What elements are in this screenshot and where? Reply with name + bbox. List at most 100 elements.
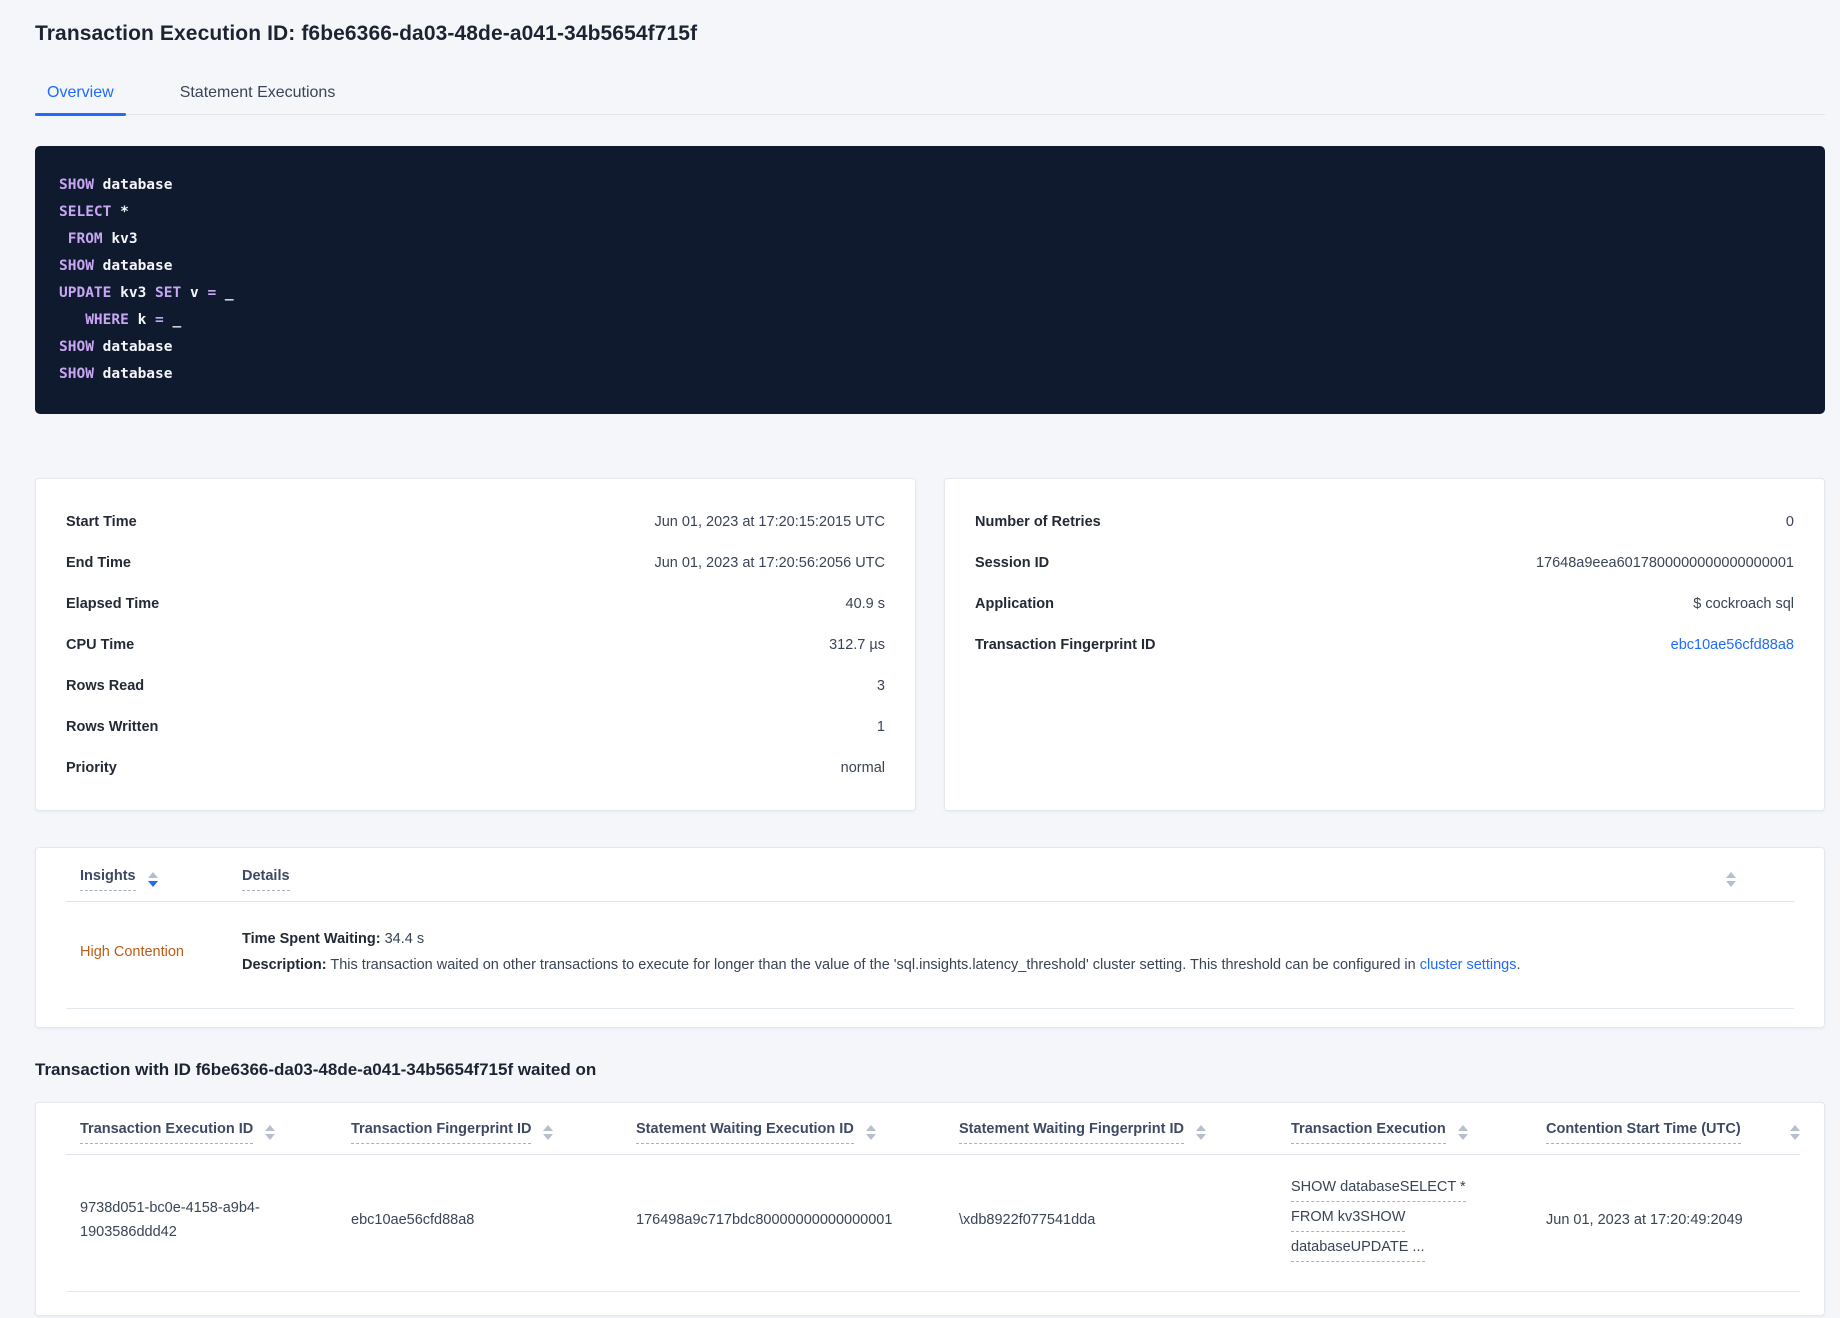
sql-line: SELECT * <box>59 204 129 220</box>
sort-icon[interactable] <box>1196 1125 1207 1140</box>
tab-statement-executions[interactable]: Statement Executions <box>168 78 348 114</box>
row-label: Transaction Fingerprint ID <box>975 636 1156 653</box>
row-value: Jun 01, 2023 at 17:20:56:2056 UTC <box>654 554 885 571</box>
sql-line: FROM kv3 <box>59 231 138 247</box>
column-header-contention-start-time[interactable]: Contention Start Time (UTC) <box>1532 1121 1800 1144</box>
row-label: Number of Retries <box>975 513 1101 530</box>
column-label[interactable]: Transaction Execution <box>1291 1121 1446 1144</box>
description-suffix: . <box>1516 957 1521 973</box>
sql-line: WHERE k = _ <box>59 312 182 328</box>
summary-row-priority: Priority normal <box>66 747 885 788</box>
insights-column-header[interactable]: Insights <box>66 868 232 891</box>
row-value: 1 <box>876 718 885 735</box>
summary-cards-row: Start Time Jun 01, 2023 at 17:20:15:2015… <box>35 478 1825 811</box>
summary-row-session-id: Session ID 17648a9eea6017800000000000000… <box>975 542 1794 583</box>
page-title: Transaction Execution ID: f6be6366-da03-… <box>35 22 698 45</box>
cell-transaction-execution-id: 9738d051-bc0e-4158-a9b4-1903586ddd42 <box>80 1200 260 1240</box>
row-value: Jun 01, 2023 at 17:20:15:2015 UTC <box>654 513 885 530</box>
time-spent-waiting: Time Spent Waiting: 34.4 s <box>242 926 1794 952</box>
cell-statement-waiting-fingerprint-id: \xdb8922f077541dda <box>959 1212 1096 1228</box>
column-label[interactable]: Transaction Fingerprint ID <box>351 1121 532 1144</box>
sort-icon[interactable] <box>147 872 158 891</box>
insight-row: High Contention Time Spent Waiting: 34.4… <box>66 902 1794 1009</box>
sort-icon[interactable] <box>1790 1125 1800 1140</box>
cell-transaction-fingerprint-id: ebc10ae56cfd88a8 <box>351 1212 475 1228</box>
insight-details: Time Spent Waiting: 34.4 s Description: … <box>232 926 1794 978</box>
column-label[interactable]: Transaction Execution ID <box>80 1121 254 1144</box>
row-label: Start Time <box>66 513 137 530</box>
insights-table-footer <box>66 1009 1794 1027</box>
transaction-execution-statement-line[interactable]: SHOW databaseSELECT * <box>1291 1175 1466 1202</box>
insights-table-header: Insights Details <box>66 848 1794 902</box>
time-spent-waiting-value: 34.4 s <box>384 931 425 947</box>
details-column-header[interactable]: Details <box>232 868 1794 891</box>
waited-on-table-header: Transaction Execution ID Transaction Fin… <box>66 1103 1800 1155</box>
summary-row-retries: Number of Retries 0 <box>975 501 1794 542</box>
column-label[interactable]: Contention Start Time (UTC) <box>1546 1121 1741 1144</box>
summary-row-end-time: End Time Jun 01, 2023 at 17:20:56:2056 U… <box>66 542 885 583</box>
row-label: Priority <box>66 759 117 776</box>
session-info-card: Number of Retries 0 Session ID 17648a9ee… <box>944 478 1825 811</box>
column-label[interactable]: Statement Waiting Execution ID <box>636 1121 854 1144</box>
summary-row-cpu-time: CPU Time 312.7 µs <box>66 624 885 665</box>
row-label: Application <box>975 595 1054 612</box>
tab-overview[interactable]: Overview <box>35 78 126 116</box>
summary-row-start-time: Start Time Jun 01, 2023 at 17:20:15:2015… <box>66 501 885 542</box>
row-value: 3 <box>876 677 885 694</box>
cell-statement-waiting-execution-id: 176498a9c717bdc80000000000000001 <box>636 1212 893 1228</box>
description-label: Description: <box>242 957 327 973</box>
sort-icon[interactable] <box>1457 1125 1468 1140</box>
column-header-transaction-fingerprint-id[interactable]: Transaction Fingerprint ID <box>337 1121 622 1144</box>
transaction-details-page: Transaction Execution ID: f6be6366-da03-… <box>0 0 1840 1316</box>
column-header-statement-waiting-fingerprint-id[interactable]: Statement Waiting Fingerprint ID <box>945 1121 1277 1144</box>
row-value: normal <box>840 759 885 776</box>
sql-line: SHOW database <box>59 258 173 274</box>
row-label: End Time <box>66 554 131 571</box>
row-label: CPU Time <box>66 636 135 653</box>
row-label: Session ID <box>975 554 1050 571</box>
time-spent-waiting-label: Time Spent Waiting: <box>242 931 381 947</box>
sort-icon[interactable] <box>1726 872 1736 891</box>
cluster-settings-link[interactable]: cluster settings <box>1420 957 1517 973</box>
summary-row-rows-written: Rows Written 1 <box>66 706 885 747</box>
transaction-execution-statement-line[interactable]: FROM kv3SHOW <box>1291 1205 1406 1232</box>
column-header-statement-waiting-execution-id[interactable]: Statement Waiting Execution ID <box>622 1121 945 1144</box>
column-label[interactable]: Statement Waiting Fingerprint ID <box>959 1121 1185 1144</box>
summary-row-transaction-fingerprint-id: Transaction Fingerprint ID ebc10ae56cfd8… <box>975 624 1794 665</box>
table-row: 9738d051-bc0e-4158-a9b4-1903586ddd42 ebc… <box>66 1155 1800 1292</box>
row-label: Elapsed Time <box>66 595 160 612</box>
row-value: 0 <box>1785 513 1794 530</box>
summary-row-application: Application $ cockroach sql <box>975 583 1794 624</box>
cell-contention-start-time: Jun 01, 2023 at 17:20:49:2049 <box>1546 1212 1743 1228</box>
cell-transaction-execution-link[interactable]: SHOW databaseSELECT * FROM kv3SHOW databas… <box>1277 1175 1532 1265</box>
waited-on-heading: Transaction with ID f6be6366-da03-48de-a… <box>35 1060 597 1079</box>
row-value: 312.7 µs <box>829 636 885 653</box>
details-column-label[interactable]: Details <box>242 868 290 891</box>
sort-icon[interactable] <box>265 1125 276 1140</box>
sql-line: SHOW database <box>59 177 173 193</box>
sql-statements-box: SHOW database SELECT * FROM kv3 SHOW datab… <box>35 146 1825 414</box>
summary-row-elapsed-time: Elapsed Time 40.9 s <box>66 583 885 624</box>
row-value: $ cockroach sql <box>1693 595 1794 612</box>
description-text: This transaction waited on other transac… <box>330 957 1420 973</box>
summary-row-rows-read: Rows Read 3 <box>66 665 885 706</box>
sort-icon[interactable] <box>865 1125 876 1140</box>
execution-times-card: Start Time Jun 01, 2023 at 17:20:15:2015… <box>35 478 916 811</box>
sql-line: UPDATE kv3 SET v = _ <box>59 285 234 301</box>
transaction-fingerprint-link[interactable]: ebc10ae56cfd88a8 <box>1671 637 1794 653</box>
waited-on-table: Transaction Execution ID Transaction Fin… <box>35 1102 1825 1316</box>
column-header-transaction-execution[interactable]: Transaction Execution <box>1277 1121 1532 1144</box>
insights-table: Insights Details High Contention Time Sp… <box>35 847 1825 1028</box>
row-value: 40.9 s <box>845 595 886 612</box>
insight-badge: High Contention <box>80 944 184 960</box>
sql-line: SHOW database <box>59 366 173 382</box>
sort-icon[interactable] <box>543 1125 554 1140</box>
transaction-execution-statement-line[interactable]: databaseUPDATE ... <box>1291 1235 1425 1262</box>
insights-column-label[interactable]: Insights <box>80 868 136 891</box>
insight-description: Description: This transaction waited on … <box>242 952 1794 978</box>
row-value: 17648a9eea6017800000000000000001 <box>1535 554 1794 571</box>
row-label: Rows Written <box>66 718 159 735</box>
row-label: Rows Read <box>66 677 145 694</box>
column-header-transaction-execution-id[interactable]: Transaction Execution ID <box>66 1121 337 1144</box>
sql-line: SHOW database <box>59 339 173 355</box>
